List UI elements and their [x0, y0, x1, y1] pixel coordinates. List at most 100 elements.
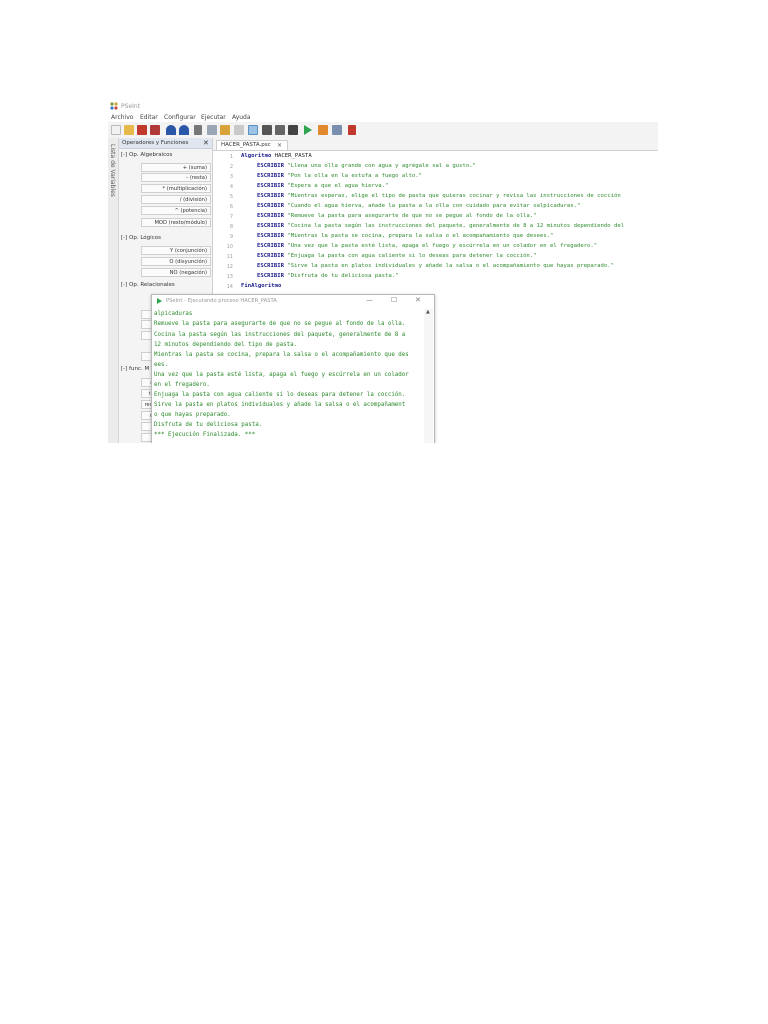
save-icon[interactable]	[137, 125, 147, 135]
code-line: 5 ESCRIBIR "Mientras esperas, elige el t…	[213, 192, 658, 202]
keyword: ESCRIBIR	[257, 223, 284, 229]
output-line: en el fregadero.	[154, 382, 210, 388]
output-line: Sirve la pasta en platos individuales y …	[154, 402, 406, 408]
line-number: 6	[229, 204, 233, 210]
op-negacion-button[interactable]: NO (negación)	[141, 268, 211, 277]
code-line: 7 ESCRIBIR "Remueve la pasta para asegur…	[213, 212, 658, 222]
op-suma-button[interactable]: + (suma)	[141, 163, 211, 172]
close-icon[interactable]: ✕	[203, 139, 209, 147]
string-literal: "Disfruta de tu deliciosa pasta."	[287, 273, 399, 279]
line-number: 7	[229, 214, 233, 220]
replace-icon[interactable]	[288, 125, 298, 135]
minimize-button[interactable]: —	[366, 296, 373, 304]
keyword: FinAlgoritmo	[241, 283, 282, 289]
help-icon[interactable]	[348, 125, 356, 135]
copy-icon[interactable]	[207, 125, 217, 135]
code-line: 14 FinAlgoritmo	[213, 282, 658, 292]
keyword: ESCRIBIR	[257, 253, 284, 259]
group-funciones[interactable]: [-] func. M	[121, 366, 149, 372]
undo-icon[interactable]	[166, 125, 176, 135]
output-line: Remueve la pasta para asegurarte de que …	[154, 321, 406, 327]
menu-configurar[interactable]: Configurar	[164, 114, 196, 121]
close-button[interactable]: ✕	[415, 296, 421, 304]
string-literal: "Llena una olla grande con agua y agréga…	[287, 163, 476, 169]
maximize-button[interactable]: ☐	[391, 296, 397, 304]
code-line: 13 ESCRIBIR "Disfruta de tu deliciosa pa…	[213, 272, 658, 282]
new-file-icon[interactable]	[111, 125, 121, 135]
code-line: 2 ESCRIBIR "Llena una olla grande con ag…	[213, 162, 658, 172]
paste-icon[interactable]	[220, 125, 230, 135]
menu-archivo[interactable]: Archivo	[111, 114, 133, 121]
keyword: ESCRIBIR	[257, 193, 284, 199]
menu-bar: Archivo Editar Configurar Ejecutar Ayuda	[108, 112, 658, 122]
code-line: 4 ESCRIBIR "Espera a que el agua hierva.…	[213, 182, 658, 192]
code-line: 3 ESCRIBIR "Pon la olla en la estufa a f…	[213, 172, 658, 182]
code-line: 8 ESCRIBIR "Cocina la pasta según las in…	[213, 222, 658, 232]
menu-ejecutar[interactable]: Ejecutar	[201, 114, 226, 121]
keyword: ESCRIBIR	[257, 173, 284, 179]
line-number: 3	[229, 174, 233, 180]
save-as-icon[interactable]	[150, 125, 160, 135]
algorithm-name: HACER_PASTA	[274, 153, 312, 159]
op-potencia-button[interactable]: ^ (potencia)	[141, 206, 211, 215]
cut-icon[interactable]	[194, 125, 202, 135]
find-next-icon[interactable]	[275, 125, 285, 135]
line-number: 1	[229, 154, 233, 160]
run-icon[interactable]	[304, 125, 312, 135]
menu-editar[interactable]: Editar	[140, 114, 158, 121]
side-tab-strip: Lista de Variables	[108, 138, 119, 443]
open-folder-icon[interactable]	[124, 125, 134, 135]
line-number: 14	[226, 284, 233, 290]
op-mod-button[interactable]: MOD (resto/módulo)	[141, 218, 211, 227]
output-line: Una vez que la pasta esté lista, apaga e…	[154, 372, 409, 378]
menu-ayuda[interactable]: Ayuda	[232, 114, 251, 121]
output-line: alpicaduras	[154, 311, 193, 317]
search-icon[interactable]	[262, 125, 272, 135]
op-division-button[interactable]: / (división)	[141, 195, 211, 204]
keyword: ESCRIBIR	[257, 213, 284, 219]
string-literal: "Sirve la pasta en platos individuales y…	[287, 263, 614, 269]
output-line: Cocina la pasta según las instrucciones …	[154, 332, 406, 338]
keyword: ESCRIBIR	[257, 233, 284, 239]
string-literal: "Remueve la pasta para asegurarte de que…	[287, 213, 537, 219]
operators-panel-title: Operadores y Funciones	[122, 140, 189, 146]
step-icon[interactable]	[318, 125, 328, 135]
close-icon[interactable]: ✕	[277, 142, 282, 149]
pseint-window: PSeInt Archivo Editar Configurar Ejecuta…	[108, 100, 658, 443]
code-line: 10 ESCRIBIR "Una vez que la pasta esté l…	[213, 242, 658, 252]
string-literal: "Cocina la pasta según las instrucciones…	[287, 223, 625, 229]
scroll-up-icon[interactable]: ▲	[426, 309, 430, 315]
op-disyuncion-button[interactable]: O (disyunción)	[141, 257, 211, 266]
line-number: 4	[229, 184, 233, 190]
vertical-scrollbar[interactable]	[424, 309, 433, 443]
code-line: 11 ESCRIBIR "Enjuaga la pasta con agua c…	[213, 252, 658, 262]
redo-icon[interactable]	[179, 125, 189, 135]
operators-panel-header: Operadores y Funciones ✕	[119, 138, 212, 149]
execution-window[interactable]: PSeInt - Ejecutando proceso HACER_PASTA …	[151, 294, 435, 443]
code-area[interactable]: 1 Algoritmo HACER_PASTA 2 ESCRIBIR "Llen…	[213, 152, 658, 292]
code-line: 12 ESCRIBIR "Sirve la pasta en platos in…	[213, 262, 658, 272]
group-logicos[interactable]: [-] Op. Lógicos	[121, 235, 161, 241]
comment-icon[interactable]	[234, 125, 244, 135]
group-algebraicos[interactable]: [-] Op. Algebraicos	[121, 152, 172, 158]
op-conjuncion-button[interactable]: Y (conjunción)	[141, 246, 211, 255]
op-resta-button[interactable]: - (resta)	[141, 173, 211, 182]
group-relacionales[interactable]: [-] Op. Relacionales	[121, 282, 175, 288]
toolbar	[108, 122, 658, 139]
line-number: 8	[229, 224, 233, 230]
keyword: ESCRIBIR	[257, 263, 284, 269]
variables-list-tab[interactable]: Lista de Variables	[109, 144, 116, 197]
file-tab[interactable]: HACER_PASTA.psc ✕	[216, 140, 288, 150]
editor-tab-strip: HACER_PASTA.psc ✕	[213, 138, 658, 151]
output-line: 12 minutos dependiendo del tipo de pasta…	[154, 342, 298, 348]
execution-title-bar: PSeInt - Ejecutando proceso HACER_PASTA …	[152, 295, 434, 308]
code-line: 6 ESCRIBIR "Cuando el agua hierva, añade…	[213, 202, 658, 212]
console-output[interactable]: alpicaduras Remueve la pasta para asegur…	[152, 309, 422, 443]
op-multiplicacion-button[interactable]: * (multiplicación)	[141, 184, 211, 193]
line-number: 11	[226, 254, 233, 260]
diagram-icon[interactable]	[332, 125, 342, 135]
keyword: ESCRIBIR	[257, 183, 284, 189]
indent-icon[interactable]	[248, 125, 258, 135]
code-line: 1 Algoritmo HACER_PASTA	[213, 152, 658, 162]
output-line: Enjuaga la pasta con agua caliente si lo…	[154, 392, 406, 398]
